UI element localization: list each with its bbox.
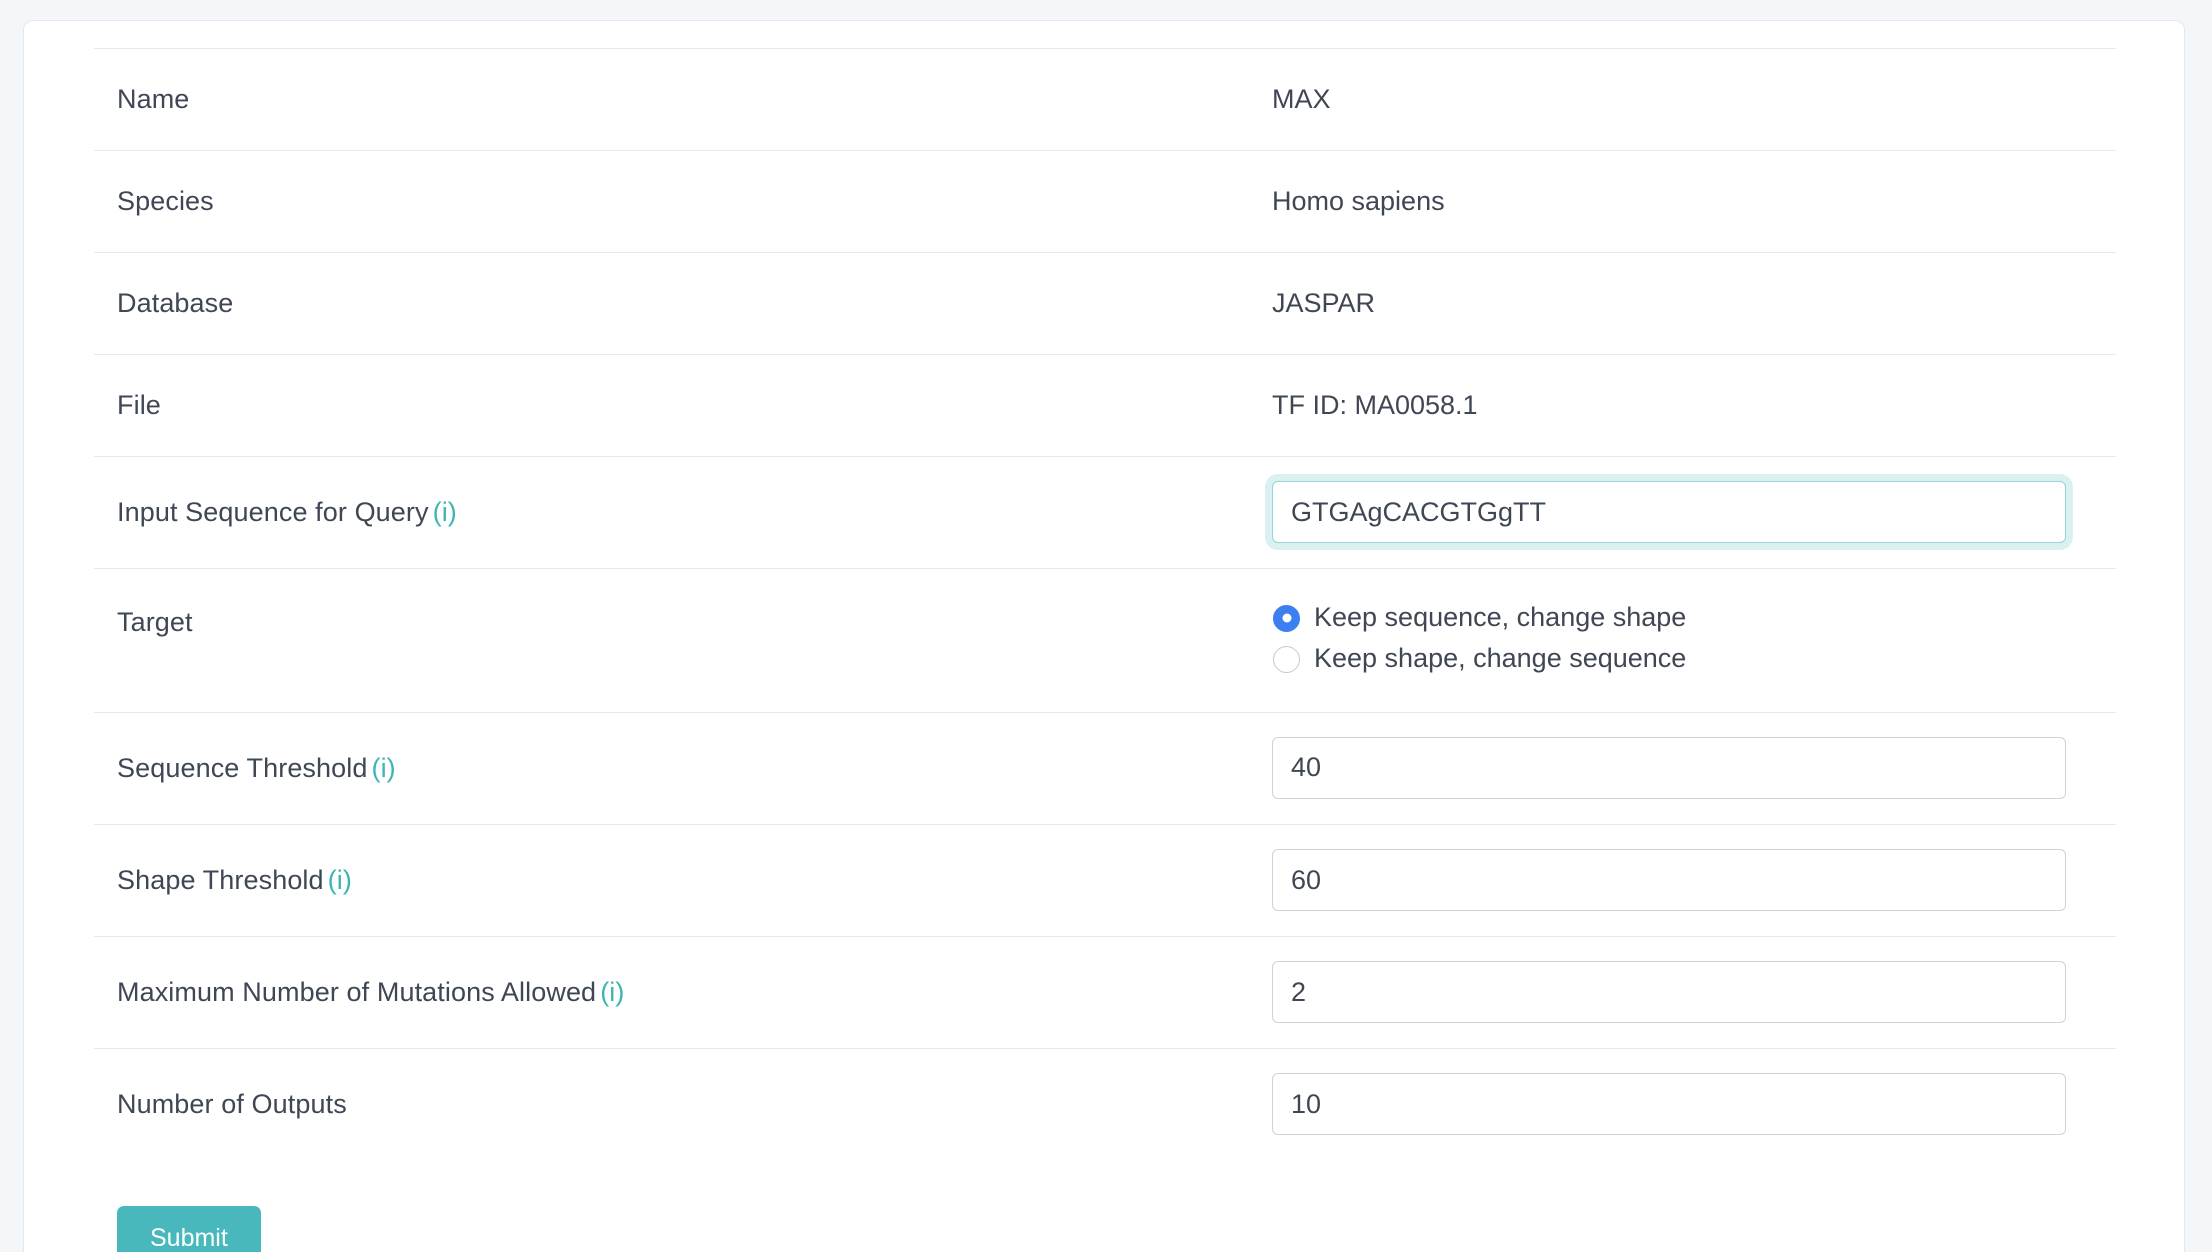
input-sequence-label-text: Input Sequence for Query [117,497,429,528]
row-value-sequence-threshold [1272,713,2116,823]
radio-mark-keep-sequence[interactable] [1273,604,1300,632]
table-row-max-mutations: Maximum Number of Mutations Allowed (i) [94,936,2116,1048]
row-label-shape-threshold: Shape Threshold (i) [94,825,1272,936]
submit-button[interactable]: Submit [117,1206,261,1252]
number-of-outputs-field[interactable] [1272,1073,2066,1136]
table-row-number-of-outputs: Number of Outputs [94,1048,2116,1160]
row-value-file: TF ID: MA0058.1 [1272,390,1478,421]
row-label-file: File [117,390,161,421]
row-value-input-sequence [1272,457,2116,567]
table-row-database: Database JASPAR [94,252,2116,354]
row-value-name: MAX [1272,84,1331,114]
table-row-name: Name MAX [94,48,2116,150]
row-value-shape-threshold [1272,825,2116,935]
info-icon-input-sequence[interactable]: (i) [433,497,457,527]
table-row-target: Target Keep sequence, change shape Keep … [94,568,2116,712]
info-icon-max-mutations[interactable]: (i) [600,977,624,1007]
table-row-shape-threshold: Shape Threshold (i) [94,824,2116,936]
sequence-threshold-field[interactable] [1272,736,2066,799]
row-value-database: JASPAR [1272,288,1376,319]
row-value-max-mutations [1272,937,2116,1047]
input-sequence-field[interactable] [1272,481,2066,544]
form-footer: Submit [94,1160,2116,1252]
tf-parameter-table: Name MAX Species Homo sapiens Database J… [94,48,2116,1252]
row-value-species: Homo sapiens [1272,186,1445,217]
radio-label-keep-shape: Keep shape, change sequence [1314,643,1687,674]
row-label-database: Database [117,288,234,319]
table-row-input-sequence: Input Sequence for Query (i) [94,456,2116,568]
radio-option-keep-shape[interactable]: Keep shape, change sequence [1273,642,2116,676]
shape-threshold-label-text: Shape Threshold [117,865,324,896]
row-label-species: Species [117,186,214,217]
max-mutations-field[interactable] [1272,961,2066,1024]
page-background: Name MAX Species Homo sapiens Database J… [0,0,2212,1252]
row-label-name: Name [117,84,190,114]
table-row-file: File TF ID: MA0058.1 [94,354,2116,456]
row-label-number-of-outputs: Number of Outputs [117,1089,347,1120]
max-mutations-label-text: Maximum Number of Mutations Allowed [117,977,597,1008]
row-label-target: Target [117,607,193,638]
shape-threshold-field[interactable] [1272,849,2066,912]
tf-query-card: Name MAX Species Homo sapiens Database J… [23,20,2185,1252]
row-value-number-of-outputs [1272,1049,2116,1159]
radio-mark-keep-shape[interactable] [1273,645,1300,673]
table-row-sequence-threshold: Sequence Threshold (i) [94,711,2116,824]
radio-option-keep-sequence[interactable]: Keep sequence, change shape [1273,601,2116,635]
row-label-max-mutations: Maximum Number of Mutations Allowed (i) [94,937,1272,1048]
radio-label-keep-sequence: Keep sequence, change shape [1314,602,1687,633]
row-label-input-sequence: Input Sequence for Query (i) [94,457,1272,568]
sequence-threshold-label-text: Sequence Threshold [117,752,368,783]
info-icon-shape-threshold[interactable]: (i) [328,865,352,895]
target-radio-group: Keep sequence, change shape Keep shape, … [1273,601,2116,676]
row-label-sequence-threshold: Sequence Threshold (i) [94,713,1272,824]
row-value-target: Keep sequence, change shape Keep shape, … [1272,569,2116,712]
info-icon-sequence-threshold[interactable]: (i) [371,753,395,783]
table-row-species: Species Homo sapiens [94,150,2116,252]
